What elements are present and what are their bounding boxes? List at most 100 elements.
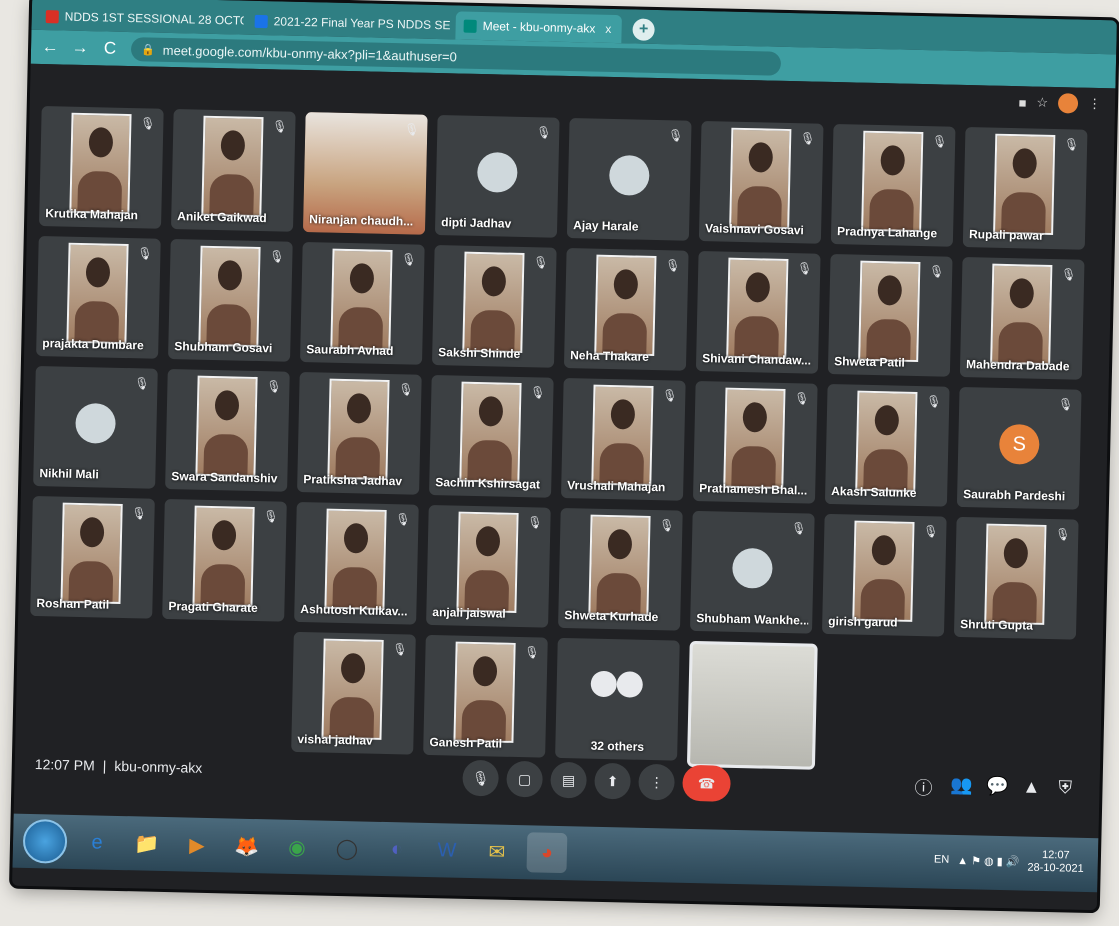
mic-off-icon: 🎙 [1060, 267, 1077, 282]
taskbar-app-icon[interactable]: ◐ [377, 829, 418, 870]
participant-photo [588, 514, 651, 616]
participant-name: Shubham Gosavi [174, 339, 273, 356]
mic-off-icon: 🎙 [667, 128, 684, 143]
new-tab-button[interactable]: + [632, 18, 655, 41]
participant-photo [321, 638, 384, 740]
participant-tile[interactable]: 🎙 Shivani Chandaw... [695, 250, 821, 374]
participant-tile[interactable]: 🎙 Ashutosh Kulkav... [294, 501, 419, 625]
end-button[interactable]: ☎ [682, 764, 731, 802]
camera-button[interactable]: ▢ [506, 760, 543, 798]
camera-indicator-icon[interactable]: ■ [1018, 95, 1026, 110]
participant-tile[interactable]: 🎙 Vrushali Mahajan [560, 377, 686, 501]
others-tile[interactable]: 32 others [555, 637, 680, 761]
participant-tile[interactable]: 🎙 Vaishnavi Gosavi [698, 121, 824, 244]
present-button[interactable]: ⬆ [594, 762, 631, 800]
menu-icon[interactable]: ⋮ [1088, 96, 1101, 112]
participant-name: Shivani Chandaw... [702, 351, 812, 368]
taskbar-app-icon[interactable]: W [427, 830, 468, 871]
participant-tile[interactable]: S 🎙 Saurabh Pardeshi [956, 386, 1082, 510]
tab-favicon-icon [45, 9, 59, 23]
participant-tile[interactable]: 🎙 anjali jaiswal [426, 504, 551, 628]
avatar [590, 670, 618, 698]
participant-photo [855, 390, 918, 492]
participant-name: Prathamesh Bhal... [699, 481, 808, 498]
taskbar-app-icon[interactable]: ▶ [177, 824, 218, 865]
mic-off-icon: 🎙 [392, 642, 408, 657]
participant-tile[interactable]: 🎙 Pragati Gharate [162, 498, 287, 622]
start-button[interactable] [22, 818, 68, 864]
participant-tile[interactable]: 🎙 Saurabh Avhad [299, 242, 425, 365]
participant-tile[interactable]: 🎙 Nikhil Mali [33, 365, 158, 489]
star-icon[interactable]: ☆ [1036, 95, 1048, 111]
mic-off-icon: 🎙 [527, 515, 543, 530]
participant-tile[interactable]: 🎙 Pradnya Lahange [830, 124, 956, 247]
back-icon[interactable]: ← [41, 37, 59, 57]
participant-tile[interactable]: 🎙 Shweta Kurhade [558, 507, 683, 631]
avatar: S [998, 423, 1040, 465]
mic-off-icon: 🎙 [535, 125, 552, 140]
mic-off-icon: 🎙 [137, 246, 153, 261]
mic-off-icon: 🎙 [268, 249, 285, 264]
participant-tile[interactable]: 🎙 Ganesh Patil [423, 634, 548, 758]
participant-tile[interactable]: 🎙 Rupali pawar [962, 127, 1088, 250]
participant-tile[interactable]: 🎙 vishal jadhav [291, 631, 416, 755]
participant-tile[interactable]: 🎙 Ajay Harale [566, 118, 692, 241]
participant-tile[interactable]: 🎙 prajakta Dumbare [36, 236, 161, 359]
mic-off-icon: 🎙 [799, 131, 816, 146]
taskbar-app-icon[interactable]: 📁 [127, 823, 168, 864]
taskbar-app-icon[interactable]: ✉ [476, 831, 517, 872]
participant-tile[interactable]: 🎙 Shruti Gupta [953, 516, 1079, 640]
tray-icons[interactable]: ▲ ⚑ ◍ ▮ 🔊 [957, 854, 1020, 868]
participant-tile[interactable]: 🎙 dipti Jadhav [434, 115, 560, 238]
meeting-details-icon[interactable]: ⓘ [914, 774, 933, 800]
mic-button[interactable]: 🎙 [462, 759, 500, 797]
mic-off-icon: 🎙 [529, 385, 546, 400]
participant-tile[interactable]: 🎙 Shubham Wankhe... [689, 510, 815, 634]
participant-tile[interactable]: 🎙 Pratiksha Jadhav [297, 371, 422, 495]
forward-icon[interactable]: → [71, 38, 89, 58]
taskbar-app-icon[interactable]: ◕ [526, 832, 568, 874]
taskbar-app-icon[interactable]: 🦊 [227, 825, 268, 866]
people-icon[interactable]: 👥 [950, 775, 973, 797]
participant-tile[interactable]: 🎙 Akash Salunke [824, 383, 950, 507]
participant-tile[interactable]: 🎙 Sachin Kshirsagat [429, 374, 554, 498]
participant-photo [456, 511, 519, 613]
browser-tab[interactable]: Meet - kbu-onmy-akx x [455, 11, 622, 44]
participant-tile[interactable]: 🎙 girish garud [821, 513, 947, 637]
participant-tile[interactable]: 🎙 Mahendra Dabade [959, 256, 1085, 380]
participant-tile[interactable]: 🎙 Neha Thakare [563, 247, 689, 371]
participant-tile[interactable]: 🎙 Prathamesh Bhal... [692, 380, 818, 504]
mic-off-icon: 🎙 [398, 382, 414, 397]
more-button[interactable]: ⋮ [638, 763, 675, 801]
participant-tile[interactable]: 🎙 Roshan Patil [30, 495, 155, 619]
mic-off-icon: 🎙 [266, 379, 282, 394]
participant-tile[interactable]: 🎙 Sakshi Shinde [431, 245, 557, 368]
participant-tile[interactable]: 🎙 Niranjan chaudh... [302, 112, 428, 235]
activities-icon[interactable]: ▲ [1022, 776, 1040, 797]
participant-tile[interactable]: 🎙 Shubham Gosavi [168, 239, 293, 362]
participant-tile[interactable]: 🎙 Aniket Gaikwad [170, 109, 296, 232]
reload-icon[interactable]: C [101, 38, 119, 58]
participant-name: Rupali pawar [968, 227, 1044, 243]
captions-button[interactable]: ▤ [550, 761, 587, 799]
taskbar-app-icon[interactable]: ◉ [277, 827, 318, 868]
mic-off-icon: 🎙 [395, 512, 411, 527]
participant-tile[interactable]: 🎙 Krutika Mahajan [39, 106, 164, 229]
chat-icon[interactable]: 💬 [986, 776, 1009, 798]
participant-tile[interactable]: 🎙 Shweta Patil [827, 253, 953, 377]
account-avatar[interactable] [1057, 93, 1079, 114]
host-controls-icon[interactable]: ⛨ [1058, 777, 1072, 798]
language-indicator[interactable]: EN [934, 853, 950, 865]
close-tab-icon[interactable]: x [605, 22, 611, 36]
taskbar-app-icon[interactable]: ◯ [327, 828, 368, 869]
taskbar-app-icon[interactable]: e [77, 822, 118, 863]
participant-tile[interactable]: 🎙 Swara Sandanshiv [165, 368, 290, 492]
tab-label: 2021-22 Final Year PS NDDS SE [273, 14, 451, 33]
self-view-tile[interactable] [686, 640, 818, 770]
participant-photo [723, 387, 786, 489]
clock[interactable]: 12:07 28-10-2021 [1027, 849, 1084, 876]
participant-name: Ajay Harale [573, 218, 639, 234]
url-text: meet.google.com/kbu-onmy-akx?pli=1&authu… [162, 42, 457, 64]
participant-photo [192, 505, 255, 607]
mic-off-icon: 🎙 [664, 258, 681, 273]
